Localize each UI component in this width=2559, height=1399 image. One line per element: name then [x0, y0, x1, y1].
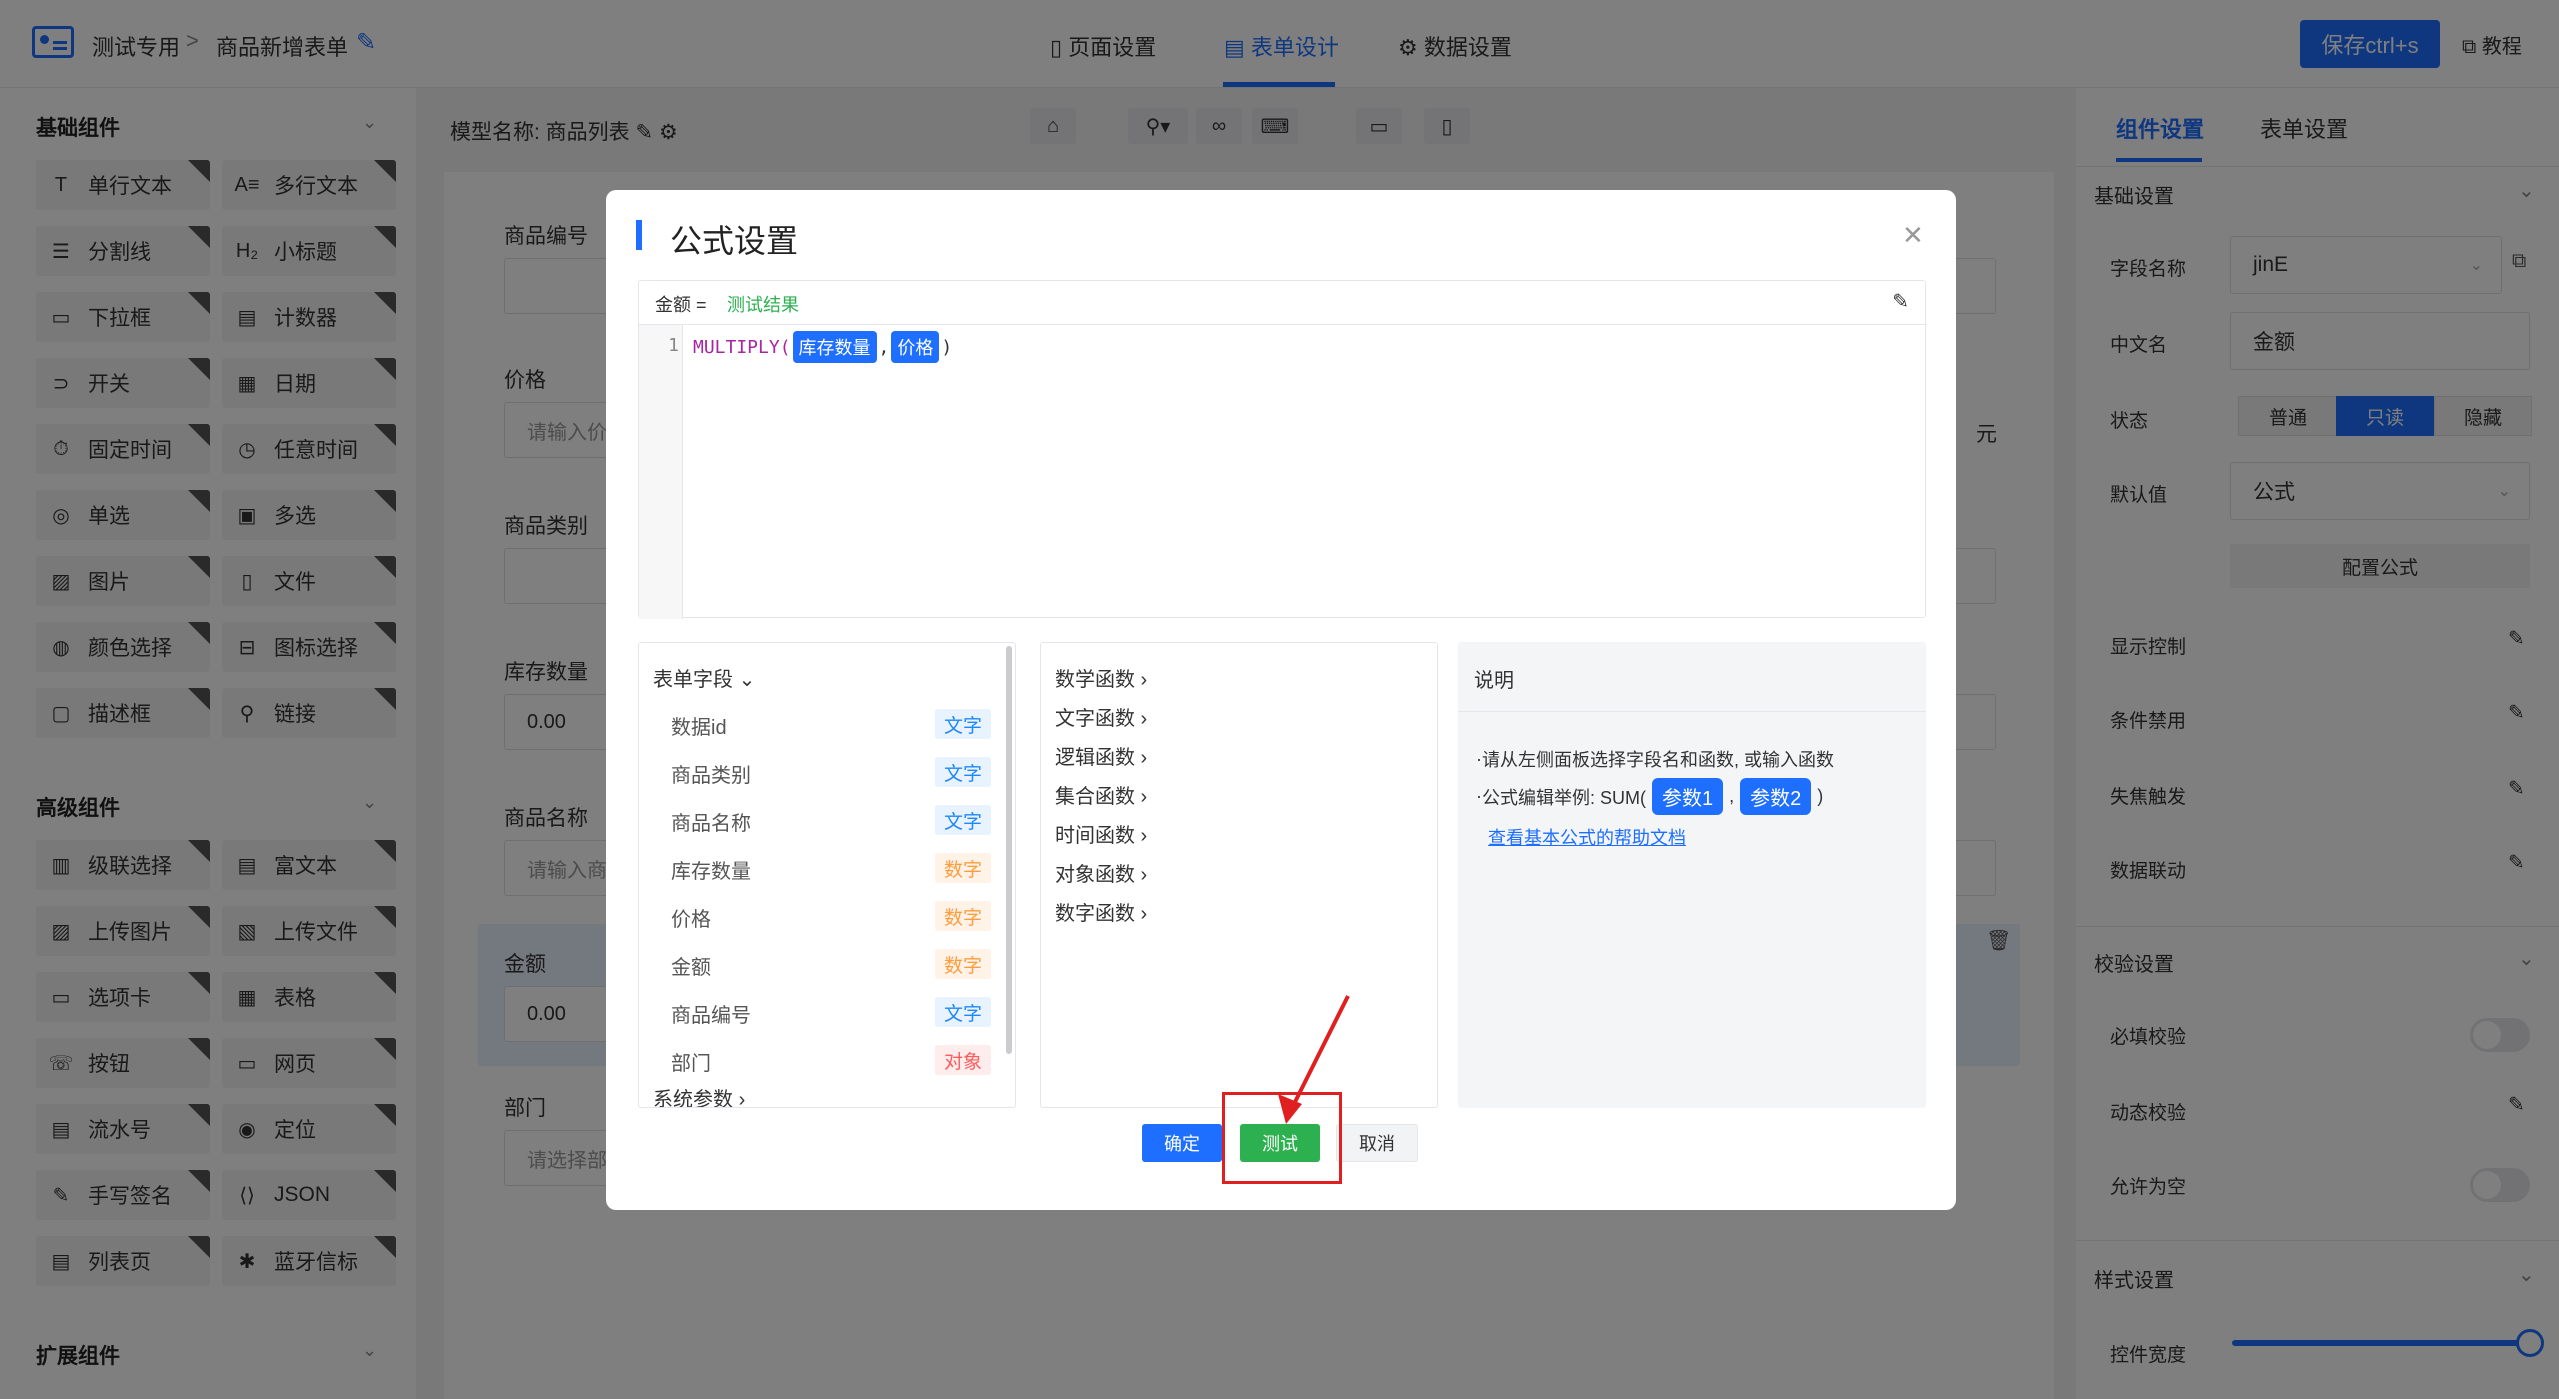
param-chip-1: 参数1 — [1652, 778, 1724, 815]
edit-icon[interactable]: ✎ — [1892, 289, 1909, 314]
field-type-badge: 文字 — [935, 997, 991, 1027]
description-line-2: · 公式编辑举例: SUM(参数1, 参数2) — [1476, 778, 1823, 815]
field-type-badge: 文字 — [935, 709, 991, 739]
system-params-title[interactable]: 系统参数 › — [653, 1083, 746, 1108]
dialog-title: 公式设置 — [670, 223, 799, 259]
form-fields-pane: 表单字段 ⌄ 数据id 文字 商品类别 文字 商品名称 文字 库存数量 数字 价格 数字 金额 数字商… — [638, 642, 1016, 1108]
function-name: MULTIPLY( — [693, 336, 791, 358]
help-doc-link[interactable]: 查看基本公式的帮助文档 — [1488, 824, 1686, 850]
test-result: 测试结果 — [727, 295, 799, 315]
chevron-right-icon: › — [738, 1089, 746, 1108]
field-type-badge: 文字 — [935, 805, 991, 835]
comma: , — [878, 336, 890, 358]
param-chip-2: 参数2 — [1740, 778, 1812, 815]
field-row[interactable]: 价格 数字 — [639, 891, 999, 939]
field-name: 商品名称 — [671, 813, 751, 835]
formula-target: 金额 = — [655, 295, 707, 315]
field-row[interactable]: 数据id 文字 — [639, 699, 999, 747]
line-number: 1 — [668, 335, 679, 356]
code-line[interactable]: MULTIPLY( 库存数量 , 价格 ) — [693, 331, 952, 363]
function-category[interactable]: 集合函数 › — [1055, 780, 1147, 809]
close-paren: ) — [941, 336, 953, 358]
function-category[interactable]: 数学函数 › — [1055, 663, 1147, 692]
chevron-down-icon: ⌄ — [738, 669, 756, 691]
cancel-button[interactable]: 取消 — [1336, 1124, 1418, 1162]
description-line-1: · 请从左侧面板选择字段名和函数, 或输入函数 — [1476, 748, 1834, 771]
close-icon[interactable]: ✕ — [1902, 220, 1924, 251]
description-title: 说明 — [1474, 670, 1514, 692]
editor-header: 金额 = 测试结果 ✎ — [639, 281, 1927, 325]
field-name: 价格 — [671, 909, 711, 931]
field-chip-stock[interactable]: 库存数量 — [792, 331, 877, 363]
scrollbar[interactable] — [1006, 646, 1012, 1054]
field-type-badge: 对象 — [935, 1045, 991, 1075]
description-pane: 说明 · 请从左侧面板选择字段名和函数, 或输入函数 · 公式编辑举例: SUM(参… — [1458, 642, 1926, 1108]
field-name: 商品编号 — [671, 1005, 751, 1027]
field-row[interactable]: 商品类别 文字 — [639, 747, 999, 795]
field-type-badge: 数字 — [935, 949, 991, 979]
title-accent-bar — [636, 220, 642, 250]
function-category[interactable]: 对象函数 › — [1055, 858, 1147, 887]
field-row[interactable]: 商品名称 文字 — [639, 795, 999, 843]
function-category[interactable]: 数字函数 › — [1055, 897, 1147, 926]
functions-pane: 数学函数 › 文字函数 › 逻辑函数 › 集合函数 › 时间函数 › 对象函数 › 数字函数… — [1040, 642, 1438, 1108]
function-category[interactable]: 逻辑函数 › — [1055, 741, 1147, 770]
form-fields-title[interactable]: 表单字段 ⌄ — [653, 663, 755, 692]
field-row[interactable]: 商品编号 文字 — [639, 987, 999, 1035]
line-gutter: 1 — [639, 325, 683, 619]
field-name: 库存数量 — [671, 861, 751, 883]
field-row[interactable]: 部门 对象 — [639, 1035, 999, 1083]
field-row[interactable]: 库存数量 数字 — [639, 843, 999, 891]
field-name: 商品类别 — [671, 765, 751, 787]
formula-editor[interactable]: 金额 = 测试结果 ✎ 1 MULTIPLY( 库存数量 , 价格 ) — [638, 280, 1927, 619]
field-type-badge: 数字 — [935, 853, 991, 883]
annotation-highlight-box — [1222, 1092, 1342, 1184]
field-row[interactable]: 金额 数字 — [639, 939, 999, 987]
description-header: 说明 — [1458, 642, 1926, 712]
field-name: 金额 — [671, 957, 711, 979]
field-chip-price[interactable]: 价格 — [891, 331, 940, 363]
field-type-badge: 数字 — [935, 901, 991, 931]
formula-dialog: 公式设置 ✕ 金额 = 测试结果 ✎ 1 MULTIPLY( 库存数量 , 价格… — [606, 190, 1956, 1210]
field-name: 数据id — [671, 717, 727, 739]
function-category[interactable]: 文字函数 › — [1055, 702, 1147, 731]
function-category[interactable]: 时间函数 › — [1055, 819, 1147, 848]
confirm-button[interactable]: 确定 — [1142, 1124, 1222, 1162]
field-name: 部门 — [671, 1053, 711, 1075]
field-type-badge: 文字 — [935, 757, 991, 787]
